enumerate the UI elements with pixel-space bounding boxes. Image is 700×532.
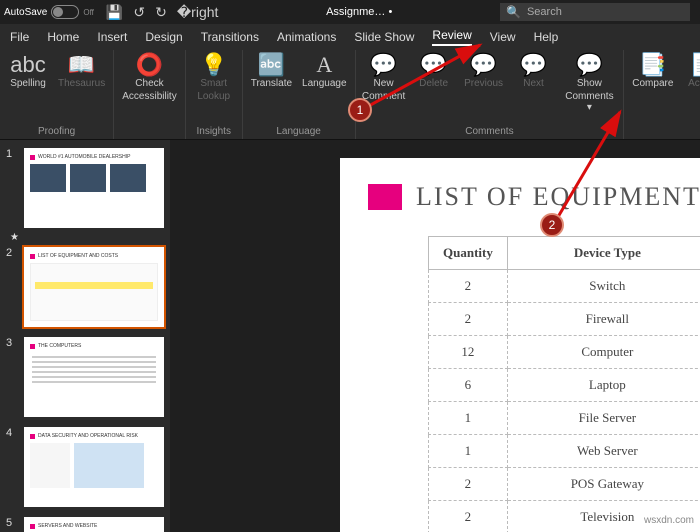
delete-comment-icon: 💬	[420, 54, 447, 76]
equipment-table: Quantity Device Type 2Switch2Firewall12C…	[428, 236, 700, 532]
previous-comment-icon: 💬	[470, 54, 497, 76]
tab-slideshow[interactable]: Slide Show	[354, 30, 414, 44]
table-row: 2Switch	[429, 270, 700, 303]
start-slideshow-icon[interactable]: �right	[177, 4, 219, 21]
slide-heading: LIST OF EQUIPMENT A	[368, 182, 700, 212]
next-comment-icon: 💬	[520, 54, 547, 76]
table-row: 12Computer	[429, 336, 700, 369]
tab-file[interactable]: File	[10, 30, 29, 44]
table-row: 6Laptop	[429, 369, 700, 402]
tab-design[interactable]: Design	[145, 30, 182, 44]
pink-accent	[368, 184, 402, 210]
save-icon[interactable]: 💾	[106, 4, 123, 21]
accessibility-icon: ⭕	[136, 54, 163, 76]
show-comments-icon: 💬	[576, 54, 603, 76]
toggle-switch[interactable]	[51, 5, 79, 19]
group-proofing: abc Spelling 📖 Thesaurus Proofing	[0, 50, 114, 139]
previous-comment-button[interactable]: 💬 Previous	[464, 54, 504, 89]
spelling-button[interactable]: abc Spelling	[8, 54, 48, 89]
search-icon: 🔍	[506, 5, 521, 19]
tab-insert[interactable]: Insert	[97, 30, 127, 44]
table-row: 2Firewall	[429, 303, 700, 336]
compare-icon: 📑	[639, 54, 666, 76]
group-label-insights: Insights	[194, 124, 234, 137]
accept-icon: 📄	[690, 54, 700, 76]
group-language: 🔤 Translate A Language Language	[243, 50, 356, 139]
accept-button[interactable]: 📄 Accept	[683, 54, 700, 89]
thumbnail-4[interactable]: 4 DATA SECURITY AND OPERATIONAL RISK	[6, 427, 164, 507]
thesaurus-icon: 📖	[68, 54, 95, 76]
title-bar: AutoSave Off 💾 ↺ ↻ �right Assignme… • 🔍 …	[0, 0, 700, 24]
ribbon-tabs: File Home Insert Design Transitions Anim…	[0, 24, 700, 50]
translate-button[interactable]: 🔤 Translate	[251, 54, 292, 89]
slide-thumbnail-panel[interactable]: 1 WORLD #1 AUTOMOBILE DEALERSHIP ★ 2 LIS…	[0, 140, 170, 532]
quick-access-toolbar: 💾 ↺ ↻ �right	[106, 4, 219, 21]
group-compare: 📑 Compare 📄 Accept	[624, 50, 700, 139]
group-label-comments: Comments	[364, 124, 616, 137]
group-accessibility: ⭕ Check Accessibility	[114, 50, 185, 139]
content-area: 1 WORLD #1 AUTOMOBILE DEALERSHIP ★ 2 LIS…	[0, 140, 700, 532]
table-row: 1Web Server	[429, 435, 700, 468]
check-accessibility-button[interactable]: ⭕ Check Accessibility	[122, 54, 176, 102]
autosave-toggle[interactable]: AutoSave Off	[4, 5, 94, 19]
tab-transitions[interactable]: Transitions	[201, 30, 259, 44]
compare-button[interactable]: 📑 Compare	[632, 54, 673, 89]
autosave-label: AutoSave	[4, 7, 47, 18]
thumbnail-1[interactable]: 1 WORLD #1 AUTOMOBILE DEALERSHIP	[6, 148, 164, 228]
watermark: wsxdn.com	[644, 515, 694, 526]
group-label-proofing: Proofing	[8, 124, 105, 137]
slide-editor[interactable]: LIST OF EQUIPMENT A Quantity Device Type…	[170, 140, 700, 532]
search-placeholder: Search	[527, 6, 562, 18]
new-comment-icon: 💬	[370, 54, 397, 76]
group-comments: 💬 New Comment 💬 Delete 💬 Previous 💬 Next…	[356, 50, 625, 139]
document-title: Assignme… •	[222, 6, 496, 18]
smart-lookup-button[interactable]: 💡 Smart Lookup	[194, 54, 234, 102]
redo-icon[interactable]: ↻	[155, 4, 167, 21]
table-row: 1File Server	[429, 402, 700, 435]
undo-icon[interactable]: ↺	[133, 4, 145, 21]
smart-lookup-icon: 💡	[200, 54, 227, 76]
tab-home[interactable]: Home	[47, 30, 79, 44]
spelling-icon: abc	[10, 54, 45, 76]
tab-view[interactable]: View	[490, 30, 516, 44]
language-button[interactable]: A Language	[302, 54, 347, 89]
new-comment-button[interactable]: 💬 New Comment	[364, 54, 404, 102]
thesaurus-button[interactable]: 📖 Thesaurus	[58, 54, 105, 89]
thumbnail-5[interactable]: 5 SERVERS AND WEBSITE	[6, 517, 164, 532]
translate-icon: 🔤	[258, 54, 285, 76]
group-label-language: Language	[251, 124, 347, 137]
tab-review[interactable]: Review	[432, 28, 471, 46]
star-icon: ★	[10, 232, 164, 243]
tab-help[interactable]: Help	[534, 30, 559, 44]
col-device-type: Device Type	[507, 237, 700, 270]
group-insights: 💡 Smart Lookup Insights	[186, 50, 243, 139]
next-comment-button[interactable]: 💬 Next	[514, 54, 554, 89]
slide-canvas[interactable]: LIST OF EQUIPMENT A Quantity Device Type…	[340, 158, 700, 532]
thumbnail-2[interactable]: 2 LIST OF EQUIPMENT AND COSTS	[6, 247, 164, 327]
language-icon: A	[316, 54, 332, 76]
table-row: 2POS Gateway	[429, 468, 700, 501]
thumbnail-3[interactable]: 3 THE COMPUTERS	[6, 337, 164, 417]
delete-comment-button[interactable]: 💬 Delete	[414, 54, 454, 89]
ribbon: abc Spelling 📖 Thesaurus Proofing ⭕ Chec…	[0, 50, 700, 140]
autosave-state: Off	[83, 8, 94, 17]
col-quantity: Quantity	[429, 237, 508, 270]
tab-animations[interactable]: Animations	[277, 30, 336, 44]
search-box[interactable]: 🔍 Search	[500, 3, 690, 21]
show-comments-button[interactable]: 💬 Show Comments ▾	[564, 54, 616, 113]
